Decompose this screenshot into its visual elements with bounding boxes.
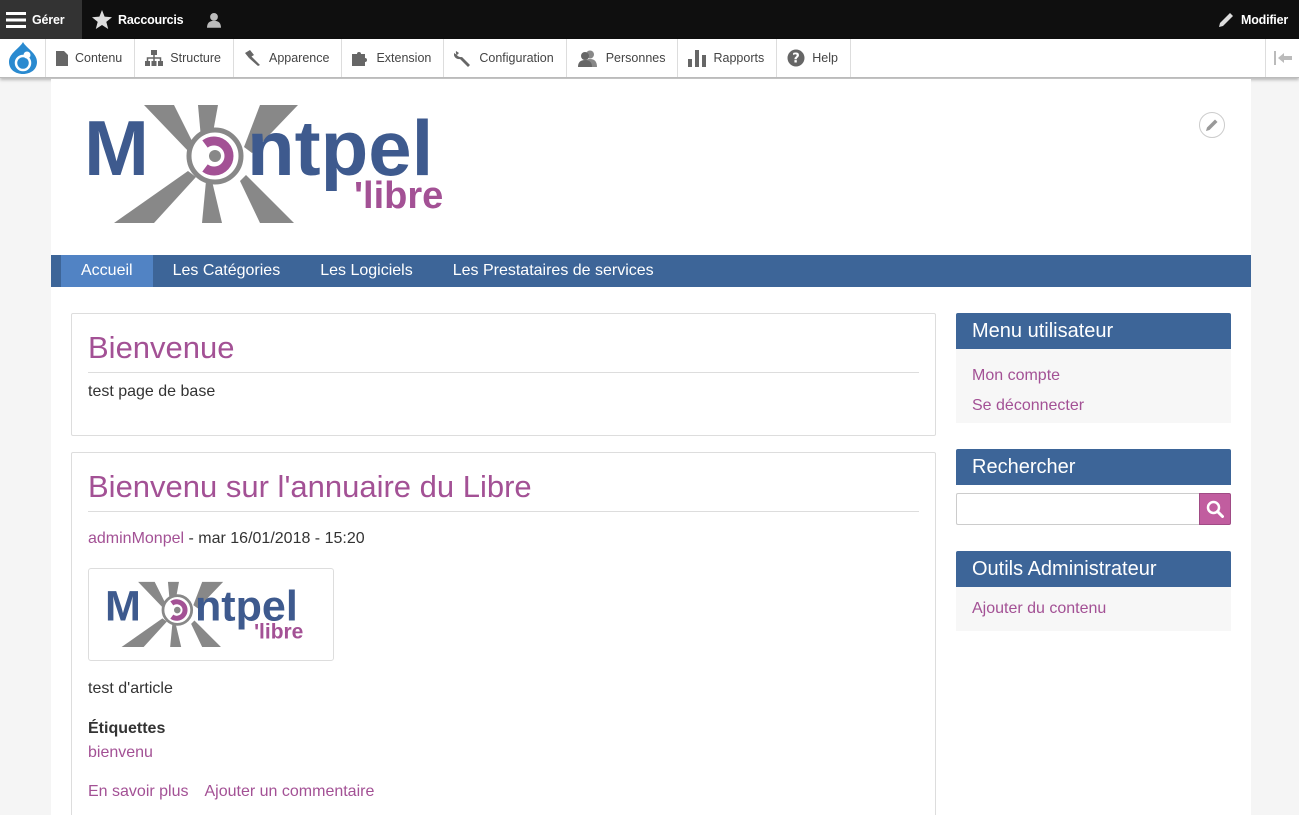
toolbar-item-appearance[interactable]: Apparence bbox=[234, 39, 343, 77]
hamburger-icon bbox=[6, 11, 26, 28]
nav-item-providers[interactable]: Les Prestataires de services bbox=[433, 255, 674, 287]
drupal-drop-icon bbox=[8, 42, 37, 74]
search-input[interactable] bbox=[956, 493, 1199, 525]
toolbar-item-label: Configuration bbox=[479, 51, 554, 65]
toolbar-item-label: Help bbox=[812, 51, 838, 65]
edit-label: Modifier bbox=[1240, 12, 1288, 27]
toolbar-item-label: Contenu bbox=[75, 51, 123, 65]
card-title[interactable]: Bienvenue bbox=[88, 330, 919, 373]
page-container: M ntpel 'libre Accueil Les Catégories Le… bbox=[51, 79, 1251, 815]
card-body: test page de base bbox=[88, 383, 216, 400]
search-icon bbox=[1206, 500, 1224, 518]
sitemap-icon bbox=[145, 50, 164, 66]
toolbar-item-label: Personnes bbox=[605, 51, 666, 65]
block-title: Outils Administrateur bbox=[956, 551, 1231, 587]
article-meta: adminMonpel - mar 16/01/2018 - 15:20 bbox=[88, 530, 919, 548]
brush-icon bbox=[244, 50, 260, 66]
article-image[interactable]: M ntpel 'libre bbox=[88, 568, 334, 661]
read-more-link[interactable]: En savoir plus bbox=[88, 783, 189, 801]
logout-link[interactable]: Se déconnecter bbox=[972, 391, 1215, 421]
tags-label: Étiquettes bbox=[88, 720, 166, 737]
site-logo[interactable]: M ntpel 'libre bbox=[84, 104, 468, 230]
puzzle-icon bbox=[352, 51, 368, 66]
manage-label: Gérer bbox=[32, 12, 65, 27]
article-title[interactable]: Bienvenu sur l'annuaire du Libre bbox=[88, 469, 919, 512]
logo-tagline: 'libre bbox=[354, 175, 443, 217]
shortcuts-tab[interactable]: Raccourcis bbox=[82, 0, 193, 39]
admin-tools-block: Outils Administrateur Ajouter du contenu bbox=[956, 551, 1231, 631]
shortcuts-label: Raccourcis bbox=[118, 12, 184, 27]
my-account-link[interactable]: Mon compte bbox=[972, 361, 1215, 391]
toolbar-item-label: Extension bbox=[376, 51, 432, 65]
toolbar-item-content[interactable]: Contenu bbox=[46, 39, 136, 77]
toolbar-item-label: Structure bbox=[170, 51, 221, 65]
help-icon: ? bbox=[787, 49, 805, 67]
logo-letter: M bbox=[84, 105, 149, 192]
star-icon bbox=[92, 10, 112, 29]
search-block: Rechercher bbox=[956, 449, 1231, 525]
block-title: Rechercher bbox=[956, 449, 1231, 485]
article-body: test d'article bbox=[88, 680, 173, 697]
article-date: - mar 16/01/2018 - 15:20 bbox=[184, 530, 365, 547]
people-icon bbox=[577, 50, 597, 67]
add-comment-link[interactable]: Ajouter un commentaire bbox=[205, 783, 375, 801]
page-card-welcome: Bienvenue test page de base bbox=[71, 313, 936, 436]
article-links: En savoir plus Ajouter un commentaire bbox=[88, 783, 919, 801]
pencil-icon bbox=[1206, 119, 1218, 131]
add-content-link[interactable]: Ajouter du contenu bbox=[972, 594, 1215, 624]
toolbar-item-label: Apparence bbox=[268, 51, 330, 65]
toolbar-item-structure[interactable]: Structure bbox=[135, 39, 234, 77]
user-menu-block: Menu utilisateur Mon compte Se déconnect… bbox=[956, 313, 1231, 423]
nav-item-categories[interactable]: Les Catégories bbox=[153, 255, 301, 287]
montpel-libre-logo: M ntpel 'libre bbox=[84, 104, 443, 223]
collapse-arrow-icon bbox=[1273, 51, 1292, 65]
manage-tab[interactable]: Gérer bbox=[0, 0, 82, 39]
main-navigation: Accueil Les Catégories Les Logiciels Les… bbox=[51, 255, 1251, 287]
nav-item-software[interactable]: Les Logiciels bbox=[300, 255, 433, 287]
admin-tray: Contenu Structure Apparence Extension Co… bbox=[0, 39, 1299, 78]
logo-letter: M bbox=[105, 582, 141, 630]
svg-text:?: ? bbox=[792, 52, 800, 67]
toolbar-item-configuration[interactable]: Configuration bbox=[444, 39, 567, 77]
admin-toolbar: Gérer Raccourcis Modifier bbox=[0, 0, 1299, 39]
contextual-edit-button[interactable] bbox=[1199, 112, 1225, 138]
edit-mode-button[interactable]: Modifier bbox=[1211, 0, 1299, 39]
toolbar-item-label: Rapports bbox=[713, 51, 765, 65]
toolbar-item-reports[interactable]: Rapports bbox=[678, 39, 778, 77]
wrench-icon bbox=[454, 50, 471, 67]
toolbar-item-help[interactable]: ? Help bbox=[777, 39, 851, 77]
author-link[interactable]: adminMonpel bbox=[88, 530, 184, 547]
toolbar-item-people[interactable]: Personnes bbox=[567, 39, 679, 77]
article-card: Bienvenu sur l'annuaire du Libre adminMo… bbox=[71, 452, 936, 815]
bar-chart-icon bbox=[688, 49, 707, 67]
pencil-icon bbox=[1218, 12, 1233, 27]
drupal-home-link[interactable] bbox=[0, 39, 46, 77]
search-button[interactable] bbox=[1199, 493, 1231, 525]
block-title: Menu utilisateur bbox=[956, 313, 1231, 349]
user-tab[interactable] bbox=[193, 0, 237, 39]
toolbar-orientation-toggle[interactable] bbox=[1265, 39, 1299, 77]
file-icon bbox=[56, 50, 68, 66]
toolbar-item-extension[interactable]: Extension bbox=[342, 39, 445, 77]
nav-item-home[interactable]: Accueil bbox=[61, 255, 153, 287]
user-icon bbox=[207, 12, 222, 28]
logo-tagline: 'libre bbox=[254, 620, 303, 643]
montpel-libre-logo: M ntpel 'libre bbox=[105, 581, 303, 647]
tag-link[interactable]: bienvenu bbox=[88, 744, 919, 762]
